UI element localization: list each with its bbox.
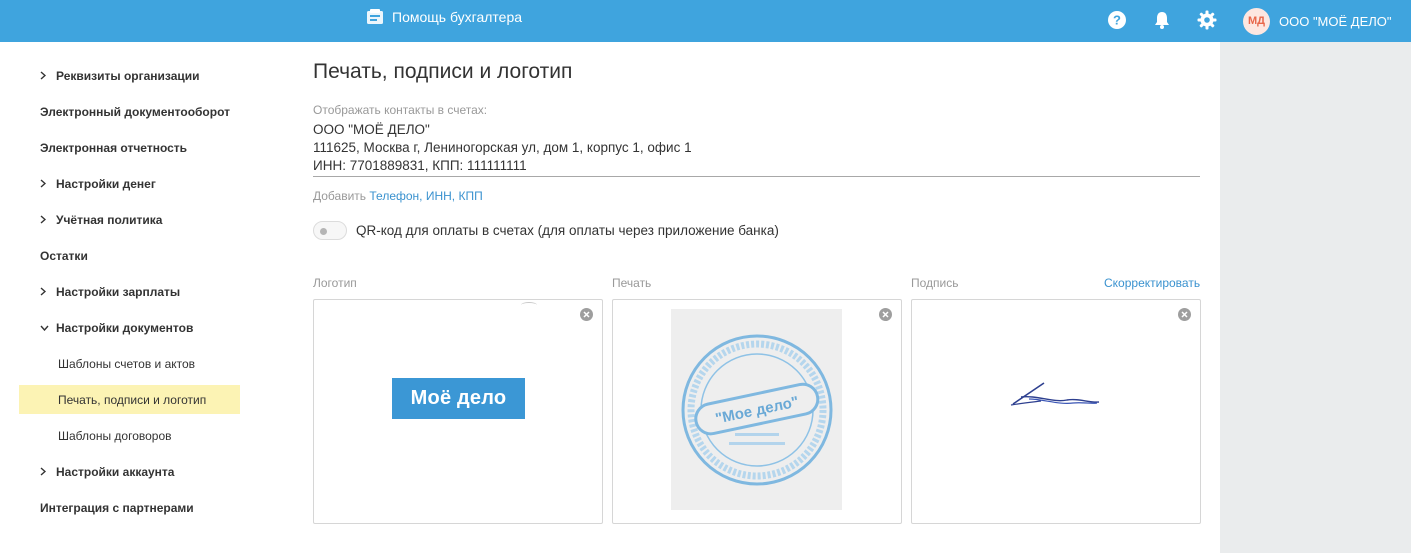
sidebar-item-label: Настройки денег [56, 176, 156, 191]
sidebar-item-salary-settings[interactable]: Настройки зарплаты [40, 277, 180, 306]
accountant-help-label: Помощь бухгалтера [392, 9, 523, 25]
sidebar-item-accounting-policy[interactable]: Учётная политика [40, 205, 162, 234]
qr-code-toggle[interactable] [313, 221, 347, 240]
contacts-label: Отображать контакты в счетах: [313, 103, 488, 117]
sidebar-item-label: Печать, подписи и логотип [58, 392, 207, 407]
sidebar-item-label: Учётная политика [56, 212, 163, 227]
company-stamp-image: "Мое дело" [671, 309, 842, 510]
sidebar-item-reporting[interactable]: Электронная отчетность [40, 133, 187, 162]
sidebar-item-edo[interactable]: Электронный документооборот [40, 97, 230, 126]
contacts-line-tax-ids: ИНН: 7701889831, КПП: 111111111 [313, 158, 527, 173]
sidebar-item-document-settings[interactable]: Настройки документов [40, 313, 193, 342]
invoice-contacts-field[interactable]: ООО "МОЁ ДЕЛО" 111625, Москва г, Лениног… [313, 121, 1200, 177]
sidebar-item-requisites[interactable]: Реквизиты организации [40, 61, 200, 90]
remove-signature-button[interactable] [1178, 308, 1191, 321]
qr-code-label: QR-код для оплаты в счетах (для оплаты ч… [356, 223, 779, 238]
help-icon[interactable]: ? [1107, 10, 1127, 30]
book-icon [367, 9, 383, 24]
sidebar-item-balances[interactable]: Остатки [40, 241, 88, 270]
organization-name: ООО "МОЁ ДЕЛО" [1279, 13, 1392, 29]
chevron-down-icon [40, 323, 56, 333]
sidebar-item-partner-integration[interactable]: Интеграция с партнерами [40, 493, 194, 522]
logo-card[interactable]: Моё дело [313, 299, 603, 524]
chevron-right-icon [40, 71, 56, 81]
stamp-seal-icon: "Мое дело" [681, 334, 832, 485]
correct-signature-link[interactable]: Скорректировать [1104, 276, 1200, 290]
organization-menu[interactable]: МД ООО "МОЁ ДЕЛО" [1243, 7, 1392, 35]
sidebar-item-money-settings[interactable]: Настройки денег [40, 169, 156, 198]
accountant-help-link[interactable]: Помощь бухгалтера [366, 0, 522, 34]
qr-code-row: QR-код для оплаты в счетах (для оплаты ч… [313, 221, 779, 240]
sidebar-item-label: Шаблоны договоров [58, 428, 172, 443]
page-title: Печать, подписи и логотип [313, 60, 573, 83]
signature-card[interactable] [911, 299, 1201, 524]
chevron-right-icon [40, 287, 56, 297]
svg-text:?: ? [1113, 13, 1121, 28]
sidebar-item-label: Настройки документов [56, 320, 194, 335]
right-panel-background [1220, 42, 1411, 553]
logo-caption: Логотип [313, 276, 357, 290]
sidebar-item-label: Реквизиты организации [56, 68, 200, 83]
sidebar-item-invoice-templates[interactable]: Шаблоны счетов и актов [58, 349, 195, 378]
add-contacts-link[interactable]: Телефон, ИНН, КПП [369, 189, 482, 203]
sidebar-item-contract-templates[interactable]: Шаблоны договоров [58, 421, 172, 450]
add-contacts-row: Добавить Телефон, ИНН, КПП [313, 189, 483, 203]
sidebar-item-account-settings[interactable]: Настройки аккаунта [40, 457, 174, 486]
chevron-right-icon [40, 215, 56, 225]
stamp-caption: Печать [612, 276, 652, 290]
toggle-knob [320, 228, 327, 235]
sidebar-item-stamp-signature-logo[interactable]: Печать, подписи и логотип [19, 385, 240, 414]
signature-caption: Подпись [911, 276, 959, 290]
chevron-right-icon [40, 179, 56, 189]
contacts-line-address: 111625, Москва г, Лениногорская ул, дом … [313, 140, 692, 155]
stamp-card[interactable]: "Мое дело" [612, 299, 902, 524]
company-logo-image: Моё дело [392, 378, 525, 419]
sidebar-item-label: Остатки [40, 248, 88, 263]
add-contacts-prefix: Добавить [313, 189, 367, 203]
sidebar-item-label: Настройки зарплаты [56, 284, 181, 299]
remove-logo-button[interactable] [580, 308, 593, 321]
remove-stamp-button[interactable] [879, 308, 892, 321]
sidebar-item-label: Шаблоны счетов и актов [58, 356, 196, 371]
contacts-line-company: ООО "МОЁ ДЕЛО" [313, 122, 430, 137]
chevron-right-icon [40, 467, 56, 477]
top-bar: Помощь бухгалтера ? МД ООО "МОЁ ДЕЛО" [0, 0, 1411, 42]
sidebar-item-label: Электронный документооборот [40, 104, 231, 119]
sidebar-item-label: Настройки аккаунта [56, 464, 175, 479]
gear-icon[interactable] [1197, 10, 1217, 30]
signature-image [1010, 382, 1100, 406]
sidebar-item-label: Интеграция с партнерами [40, 500, 194, 515]
decorative-arc [521, 302, 537, 308]
sidebar-item-label: Электронная отчетность [40, 140, 188, 155]
logo-text: Моё дело [410, 387, 507, 409]
bell-icon[interactable] [1152, 10, 1172, 30]
avatar: МД [1243, 7, 1270, 35]
settings-sidebar: Реквизиты организации Электронный докуме… [0, 42, 260, 553]
